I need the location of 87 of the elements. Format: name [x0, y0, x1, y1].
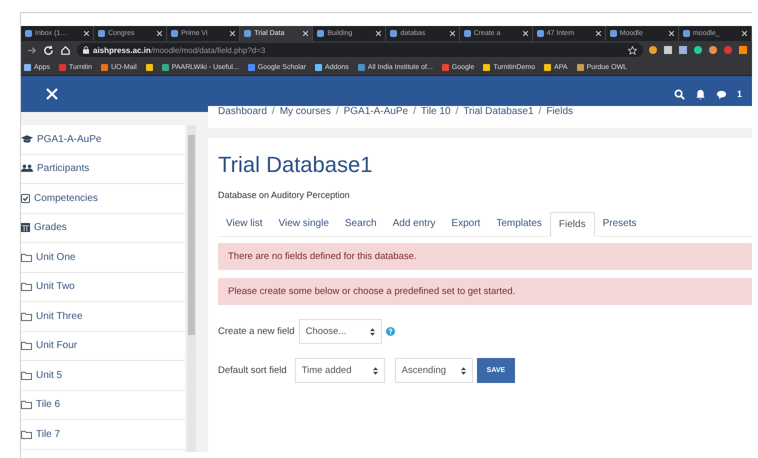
- breadcrumb-link[interactable]: My courses: [280, 106, 331, 117]
- tab[interactable]: Fields: [550, 212, 595, 237]
- close-icon[interactable]: [230, 31, 236, 36]
- sidebar-item[interactable]: Unit Four: [21, 332, 185, 361]
- favicon-icon: [610, 30, 617, 37]
- sidebar-item[interactable]: Tile 7: [21, 420, 185, 450]
- field-label: Create a new field: [218, 326, 295, 337]
- bell-icon[interactable]: [694, 88, 706, 100]
- bookmark-icon[interactable]: [146, 64, 153, 70]
- breadcrumb-link[interactable]: Trial Database1: [463, 106, 534, 117]
- favicon-icon: [171, 30, 178, 37]
- help-icon[interactable]: [386, 327, 395, 336]
- breadcrumb-link[interactable]: Fields: [546, 106, 574, 117]
- favicon-icon: [536, 30, 544, 37]
- sidebar-item[interactable]: Competencies: [21, 184, 185, 214]
- close-icon[interactable]: [450, 31, 455, 36]
- favicon-icon: [317, 30, 324, 37]
- url-host: aishpress.ac.in: [93, 46, 151, 54]
- alert-message: There are no fields defined for this database.: [218, 243, 752, 270]
- tab[interactable]: View list: [218, 212, 270, 236]
- reload-icon[interactable]: [43, 44, 54, 56]
- breadcrumb-separator: /: [336, 106, 339, 117]
- sidebar-item[interactable]: Participants: [21, 154, 185, 184]
- field-label: Default sort field: [218, 365, 287, 376]
- close-icon[interactable]: [668, 31, 674, 36]
- sidebar-item[interactable]: Tile 6: [21, 390, 185, 420]
- chat-icon[interactable]: [716, 88, 727, 100]
- url-path: /moodle/mod/data/field.php?d=3: [150, 46, 266, 54]
- close-icon[interactable]: [303, 31, 308, 36]
- search-icon[interactable]: [674, 88, 685, 100]
- alert-message: Please create some below or choose a predefined set to get started.: [218, 278, 752, 305]
- forward-arrow-icon[interactable]: [26, 44, 37, 56]
- breadcrumb-separator: /: [538, 106, 542, 117]
- folder-icon: [21, 341, 32, 350]
- user-menu-text[interactable]: 1: [736, 89, 742, 99]
- close-icon[interactable]: [596, 31, 601, 36]
- favicon-icon: [682, 30, 690, 37]
- tab[interactable]: Add entry: [384, 212, 444, 236]
- folder-icon: [21, 252, 32, 262]
- page-title: Trial Database1: [218, 152, 374, 178]
- favicon-icon: [390, 30, 398, 37]
- sort-field-select[interactable]: Time added: [294, 358, 385, 383]
- star-icon[interactable]: [628, 46, 637, 54]
- sidebar-item[interactable]: Unit 5: [21, 361, 185, 390]
- favicon-icon: [464, 30, 471, 37]
- close-icon[interactable]: [84, 31, 90, 36]
- page-description: Database on Auditory Perception: [218, 190, 351, 200]
- scrollbar[interactable]: [187, 125, 196, 452]
- users-icon: [21, 164, 33, 174]
- folder-icon: [21, 312, 32, 321]
- sidebar-item[interactable]: Unit Two: [21, 272, 185, 302]
- breadcrumb-separator: /: [413, 106, 416, 117]
- tab[interactable]: Export: [443, 212, 488, 236]
- address-bar[interactable]: aishpress.ac.in/moodle/mod/data/field.php?d=3: [77, 43, 643, 57]
- close-icon[interactable]: [522, 31, 528, 36]
- graduation-cap-icon: [21, 134, 33, 144]
- folder-icon: [21, 430, 32, 439]
- sidebar-item[interactable]: Unit One: [21, 243, 185, 272]
- breadcrumb-link[interactable]: Dashboard: [218, 106, 267, 117]
- field-type-select[interactable]: Choose...: [298, 319, 382, 344]
- tab[interactable]: Presets: [594, 212, 644, 236]
- breadcrumb-link[interactable]: PGA1-A-AuPe: [344, 106, 408, 117]
- favicon-icon: [98, 30, 106, 37]
- breadcrumb-link[interactable]: Tile 10: [420, 106, 451, 117]
- close-icon[interactable]: [157, 31, 162, 36]
- favicon-icon: [25, 30, 32, 37]
- close-icon[interactable]: [742, 31, 747, 36]
- tab[interactable]: View single: [270, 212, 337, 236]
- folder-icon: [21, 400, 32, 410]
- close-icon[interactable]: [376, 31, 382, 36]
- sidebar-item[interactable]: Unit Three: [21, 302, 185, 332]
- caret-icon: [372, 366, 378, 374]
- lock-icon: [83, 46, 89, 54]
- sort-order-select[interactable]: Ascending: [394, 358, 473, 383]
- sidebar-item[interactable]: PGA1-A-AuPe: [21, 125, 185, 154]
- sidebar-item[interactable]: Grades: [21, 214, 185, 243]
- tab[interactable]: Templates: [488, 212, 550, 236]
- favicon-icon: [244, 30, 252, 37]
- breadcrumb-separator: /: [456, 106, 458, 117]
- home-icon[interactable]: [60, 44, 71, 56]
- checkbox-icon: [21, 194, 30, 203]
- folder-icon: [21, 282, 32, 292]
- caret-icon: [460, 366, 466, 374]
- caret-icon: [370, 328, 375, 336]
- breadcrumb-separator: /: [272, 106, 275, 117]
- tab[interactable]: Search: [336, 212, 385, 236]
- folder-icon: [21, 370, 32, 380]
